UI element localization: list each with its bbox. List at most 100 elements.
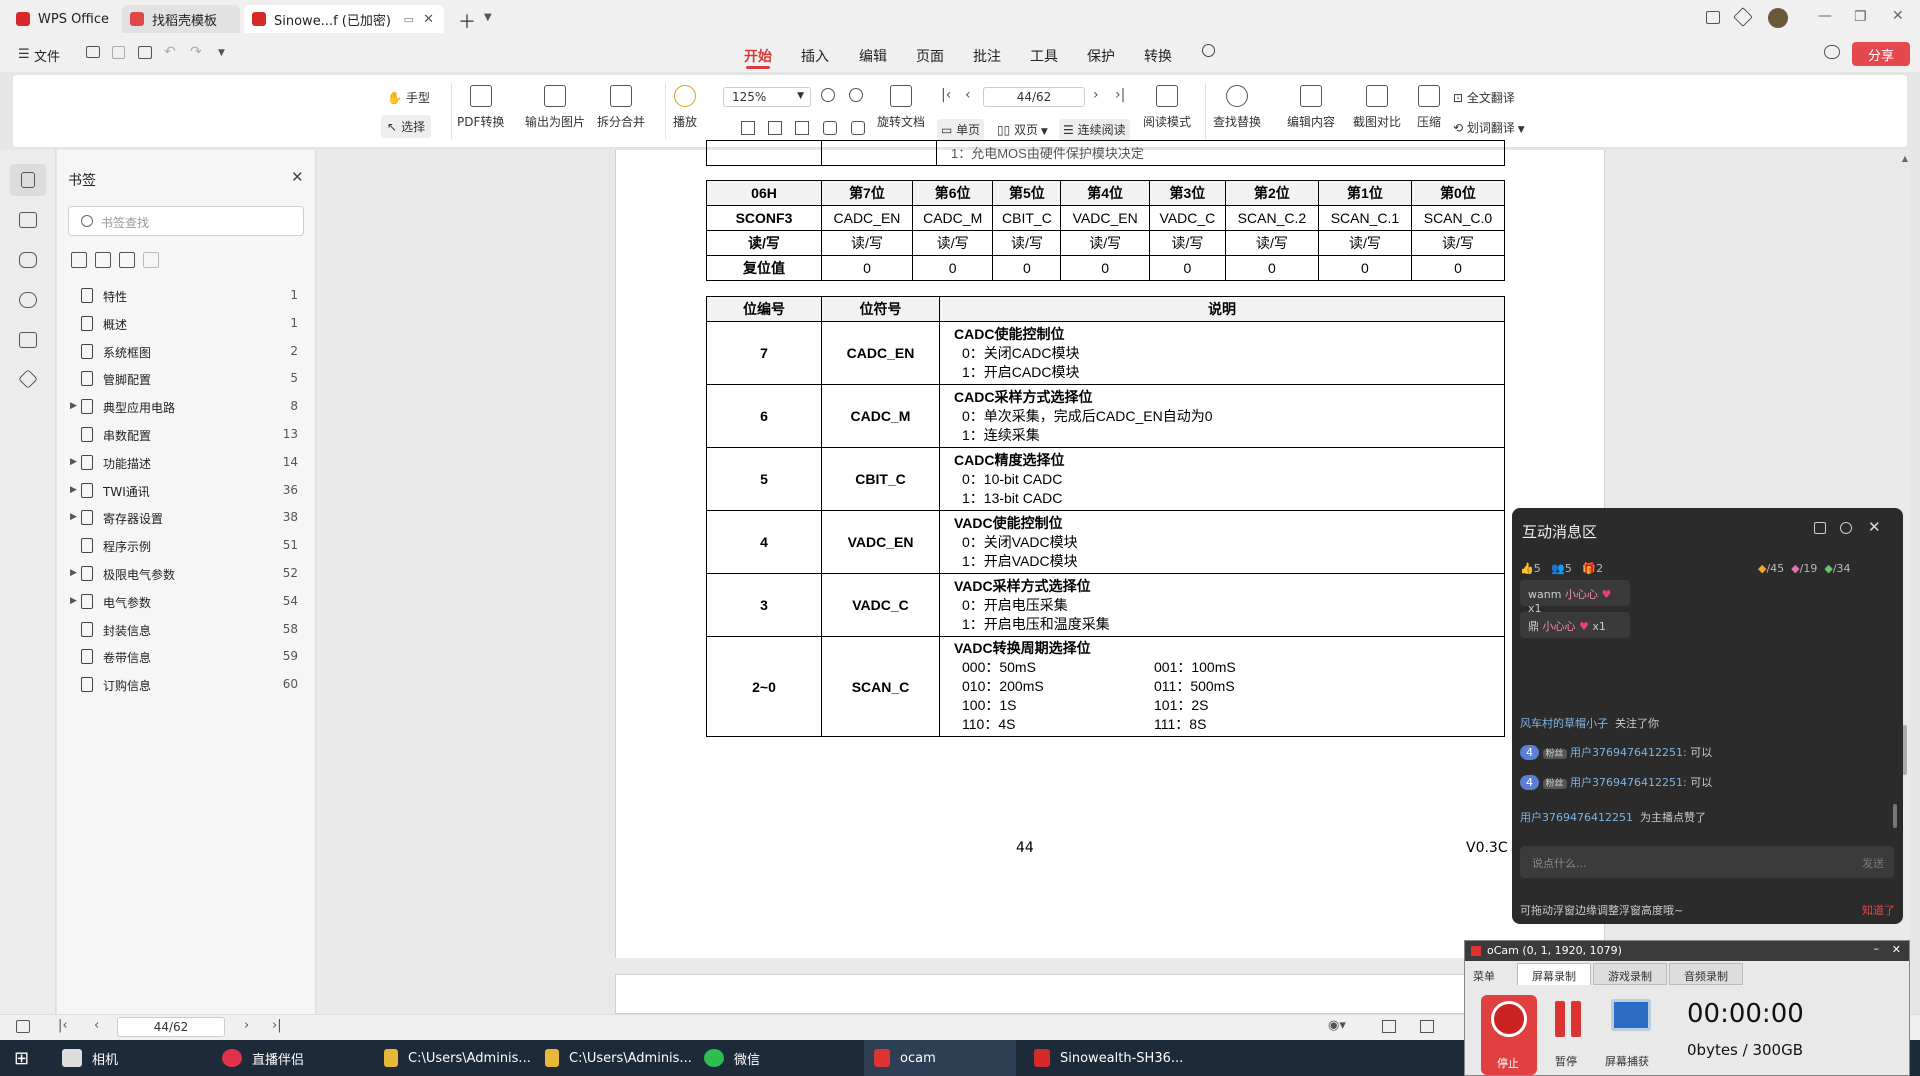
prev-page-icon[interactable]: ‹ — [965, 87, 971, 103]
rotate-left-icon[interactable] — [823, 121, 837, 135]
actual-size-icon[interactable] — [795, 121, 809, 135]
screenshot-compare-button[interactable]: 截图对比 — [1353, 85, 1401, 130]
send-button[interactable]: 发送 — [1862, 855, 1884, 871]
attachment-icon[interactable] — [19, 292, 37, 308]
menu-page[interactable]: 页面 — [916, 46, 944, 66]
tab-template[interactable]: 找稻壳模板 — [122, 5, 240, 33]
expand-caret-icon[interactable]: ▶ — [70, 512, 77, 522]
fit-page-icon[interactable] — [768, 121, 782, 135]
chevron-down-icon[interactable]: ▼ — [484, 12, 492, 23]
hamburger-icon[interactable]: ☰ — [18, 47, 30, 62]
comment-icon[interactable] — [19, 252, 37, 268]
expand-caret-icon[interactable]: ▶ — [70, 485, 77, 495]
page-view-icon[interactable] — [1420, 1020, 1434, 1033]
open-folder-icon[interactable] — [86, 46, 100, 58]
close-tab-icon[interactable]: ✕ — [423, 12, 434, 27]
layers-icon[interactable] — [18, 369, 38, 389]
pause-button[interactable]: 暂停 — [1549, 997, 1593, 1069]
menu-protect[interactable]: 保护 — [1087, 46, 1115, 66]
thumbnail-icon[interactable] — [19, 212, 37, 228]
zoom-out-icon[interactable] — [821, 88, 835, 102]
view-mode-icon[interactable] — [1382, 1020, 1396, 1033]
next-page-icon[interactable]: › — [1093, 87, 1099, 103]
page-number-input[interactable]: 44/62 — [983, 87, 1085, 107]
export-image-button[interactable]: 输出为图片 — [525, 85, 585, 130]
taskbar-folder-1[interactable]: C:\Users\Adminis... — [384, 1040, 531, 1076]
message-input[interactable]: 说点什么... 发送 — [1520, 846, 1894, 878]
rotate-document-button[interactable]: 旋转文档 — [877, 85, 925, 130]
unlock-icon[interactable] — [1814, 522, 1826, 534]
bookmark-icon[interactable] — [21, 172, 35, 188]
tab-pdf-document[interactable]: Sinowe...f (已加密) ▭ ✕ — [244, 5, 444, 33]
file-menu[interactable]: 文件 — [34, 46, 60, 65]
ocam-tab-screen-record[interactable]: 屏幕录制 — [1517, 963, 1591, 985]
bookmark-search-input[interactable]: 书签查找 — [68, 206, 304, 236]
close-icon[interactable]: ✕ — [1892, 943, 1901, 956]
word-translate-button[interactable]: ⟲ 划词翻译 ▼ — [1453, 119, 1525, 136]
taskbar-live-companion[interactable]: 直播伴侣 — [222, 1040, 304, 1076]
message-scrollbar[interactable] — [1893, 804, 1897, 828]
first-page-icon[interactable]: |‹ — [941, 87, 951, 103]
menu-insert[interactable]: 插入 — [801, 46, 829, 66]
compress-button[interactable]: 压缩 — [1417, 85, 1441, 130]
undo-icon[interactable]: ↶ — [164, 44, 176, 60]
scroll-up-icon[interactable]: ▲ — [1902, 154, 1908, 163]
close-panel-icon[interactable]: ✕ — [1868, 518, 1881, 536]
last-page-icon[interactable]: ›| — [272, 1018, 282, 1033]
new-tab-icon[interactable]: ＋ — [458, 8, 476, 34]
taskbar-ocam[interactable]: ocam — [864, 1040, 1016, 1076]
redo-icon[interactable]: ↷ — [190, 44, 202, 60]
add-child-bookmark-icon[interactable] — [95, 252, 111, 268]
zoom-in-icon[interactable] — [849, 88, 863, 102]
menu-convert[interactable]: 转换 — [1144, 46, 1172, 66]
read-mode-button[interactable]: 阅读模式 — [1143, 85, 1191, 130]
more-icon[interactable]: ▼ — [218, 48, 225, 58]
fit-width-icon[interactable] — [741, 121, 755, 135]
bookmark-tag-icon[interactable] — [119, 252, 135, 268]
settings-icon[interactable] — [1840, 522, 1852, 534]
stop-button[interactable]: 停止 — [1481, 995, 1537, 1075]
first-page-icon[interactable]: |‹ — [58, 1018, 68, 1033]
taskbar-camera[interactable]: 相机 — [62, 1040, 118, 1076]
share-button[interactable]: 分享 — [1852, 42, 1910, 66]
find-replace-button[interactable]: 查找替换 — [1213, 85, 1261, 130]
bookmark-item[interactable]: 订购信息 60 — [57, 667, 316, 701]
layout-icon[interactable] — [1706, 11, 1720, 24]
ocam-tab-game-record[interactable]: 游戏录制 — [1593, 963, 1667, 985]
add-bookmark-icon[interactable] — [71, 252, 87, 268]
continuous-read-button[interactable]: ☰ 连续阅读 — [1059, 119, 1130, 140]
tip-dismiss-link[interactable]: 知道了 — [1862, 902, 1895, 918]
close-panel-icon[interactable]: ✕ — [291, 168, 304, 186]
search-icon[interactable] — [1202, 44, 1215, 57]
edit-content-button[interactable]: 编辑内容 — [1287, 85, 1335, 130]
menu-comment[interactable]: 批注 — [973, 46, 1001, 66]
rotate-right-icon[interactable] — [851, 121, 865, 135]
taskbar-wechat[interactable]: 微信 — [704, 1040, 760, 1076]
expand-caret-icon[interactable]: ▶ — [70, 568, 77, 578]
avatar[interactable] — [1768, 8, 1788, 28]
hand-tool-button[interactable]: ✋ 手型 — [387, 89, 430, 106]
expand-caret-icon[interactable]: ▶ — [70, 596, 77, 606]
next-page-icon[interactable]: › — [244, 1018, 249, 1033]
signature-icon[interactable] — [19, 332, 37, 348]
taskbar-folder-2[interactable]: C:\Users\Adminis... — [545, 1040, 692, 1076]
save-icon[interactable] — [112, 46, 125, 59]
screen-capture-button[interactable]: 屏幕捕获 — [1605, 997, 1657, 1069]
delete-bookmark-icon[interactable] — [143, 252, 159, 268]
tab-wps-office[interactable]: WPS Office — [8, 5, 120, 33]
taskbar-wps-document[interactable]: Sinowealth-SH36... — [1024, 1040, 1193, 1076]
sidebar-toggle-icon[interactable] — [16, 1020, 30, 1033]
window-icon[interactable]: ▭ — [404, 13, 414, 26]
select-tool-button[interactable]: ↖ 选择 — [381, 115, 432, 138]
ocam-tab-audio-record[interactable]: 音频录制 — [1669, 963, 1743, 985]
menu-tools[interactable]: 工具 — [1030, 46, 1058, 66]
zoom-select[interactable]: 125% ▼ — [723, 87, 811, 107]
expand-caret-icon[interactable]: ▶ — [70, 457, 77, 467]
ocam-tab-menu[interactable]: 菜单 — [1473, 968, 1495, 984]
full-translate-button[interactable]: ⊡ 全文翻译 — [1453, 89, 1515, 106]
eye-icon[interactable]: ◉▾ — [1328, 1018, 1346, 1033]
minimize-icon[interactable]: — — [1818, 8, 1832, 24]
print-icon[interactable] — [138, 46, 152, 59]
restore-icon[interactable]: ❐ — [1854, 9, 1867, 25]
menu-start[interactable]: 开始 — [744, 46, 772, 66]
